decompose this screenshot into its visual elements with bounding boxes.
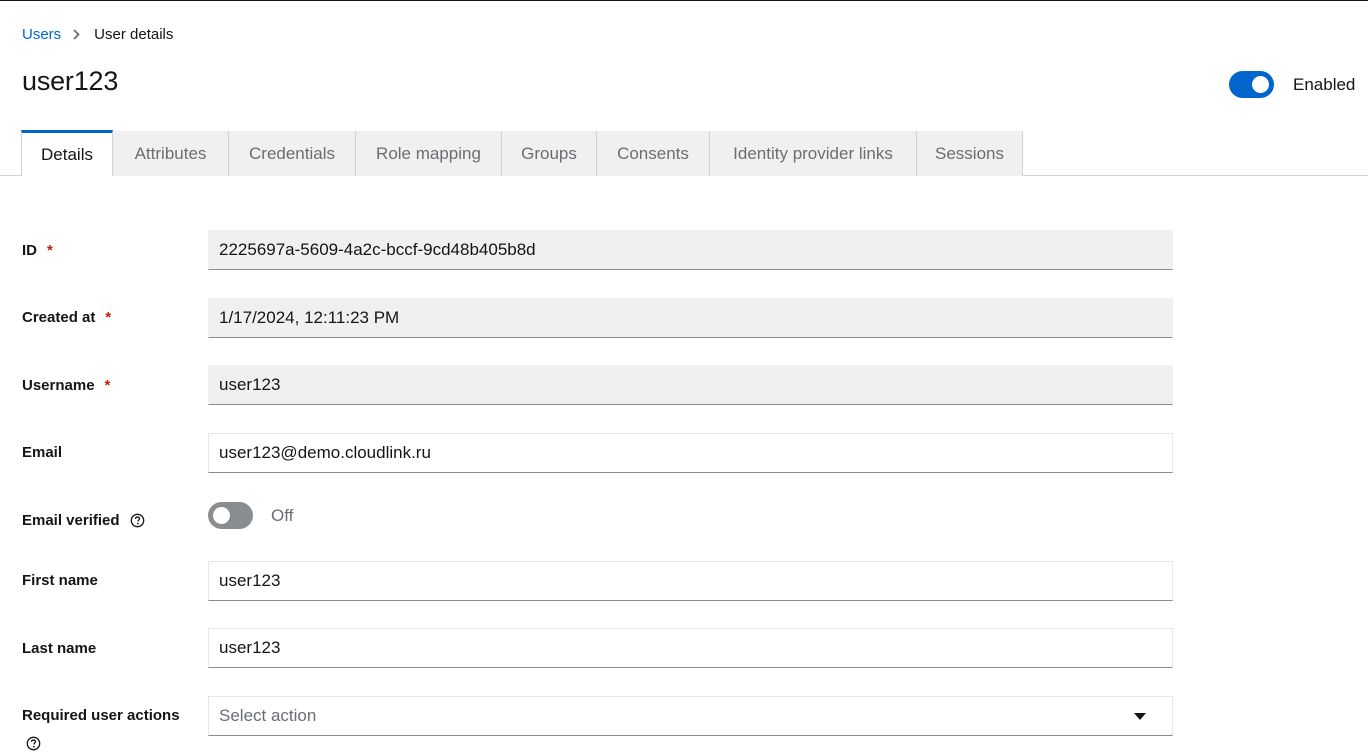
enabled-switch-knob [1252,76,1269,93]
email-label: Email [22,444,62,461]
required-mark: * [105,309,112,326]
username-label: Username * [22,377,110,394]
tab-attributes[interactable]: Attributes [113,131,229,176]
required-mark: * [47,242,53,259]
id-label: ID * [22,242,53,259]
email-label-text: Email [22,444,63,461]
tab-details[interactable]: Details [21,130,113,176]
last-name-label: Last name [22,640,96,657]
username-field: user123 [208,365,1173,405]
tab-sessions[interactable]: Sessions [917,131,1023,176]
last-name-value: user123 [219,638,281,657]
username-label-text: Username [22,377,95,394]
enabled-label: Enabled [1293,74,1356,94]
page-title: user123 [22,66,119,96]
email-verified-switch-knob [213,507,230,524]
first-name-label-text: First name [22,572,98,589]
email-verified-state: Off [271,505,294,525]
first-name-value: user123 [219,571,281,590]
email-verified-switch-track[interactable] [208,502,253,529]
tab-consents[interactable]: Consents [597,131,710,176]
enabled-switch-track[interactable] [1229,71,1274,98]
created-at-label: Created at * [22,309,111,326]
last-name-label-text: Last name [22,640,97,657]
created-at-field: 1/17/2024, 12:11:23 PM [208,298,1173,338]
email-verified-label: Email verified [22,512,145,529]
tab-role-mapping[interactable]: Role mapping [356,131,502,176]
required-actions-placeholder: Select action [219,706,317,725]
top-border [0,0,1368,1]
help-icon[interactable] [26,736,41,751]
breadcrumb-current: User details [94,25,174,43]
enabled-toggle[interactable]: Enabled [1229,71,1355,98]
username-value: user123 [219,375,281,394]
id-label-text: ID [22,242,37,259]
first-name-field[interactable]: user123 [208,561,1173,601]
email-verified-toggle[interactable]: Off [208,502,293,529]
help-icon[interactable] [130,513,145,528]
created-at-value: 1/17/2024, 12:11:23 PM [219,308,400,327]
breadcrumb-users-link[interactable]: Users [22,26,61,43]
required-mark: * [104,377,111,394]
required-actions-select[interactable]: Select action [208,696,1173,736]
email-value: user123@demo.cloudlink.ru [219,443,431,462]
required-actions-label-text: Required user actions [22,707,180,724]
tab-bar: Details Attributes Credentials Role mapp… [0,130,1368,176]
first-name-label: First name [22,572,98,589]
tab-groups[interactable]: Groups [502,131,597,176]
breadcrumb: Users User details [22,24,173,44]
last-name-field[interactable]: user123 [208,628,1173,668]
id-field: 2225697a-5609-4a2c-bccf-9cd48b405b8d [208,230,1173,270]
caret-down-icon [1134,712,1146,720]
chevron-right-icon [73,28,80,40]
email-verified-label-text: Email verified [22,512,120,529]
tab-credentials[interactable]: Credentials [229,131,356,176]
email-field[interactable]: user123@demo.cloudlink.ru [208,433,1173,473]
required-actions-label: Required user actions [22,707,180,724]
id-value: 2225697a-5609-4a2c-bccf-9cd48b405b8d [219,240,536,259]
created-at-label-text: Created at [22,309,96,326]
tab-identity-provider-links[interactable]: Identity provider links [710,131,917,176]
